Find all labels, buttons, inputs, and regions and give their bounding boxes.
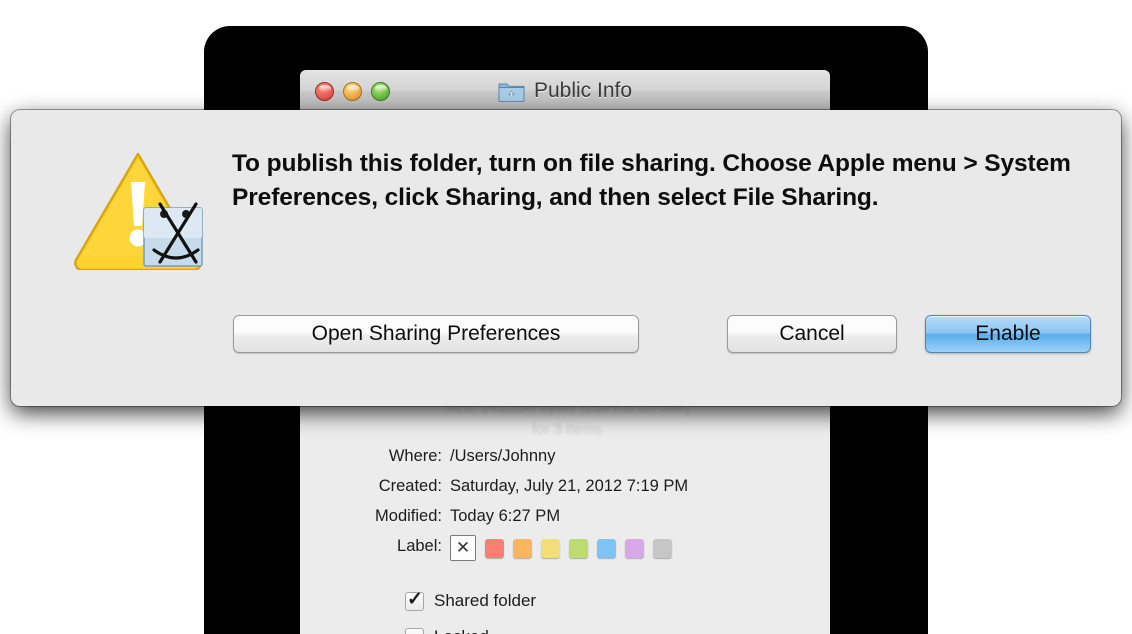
info-row-where: Where: /Users/Johnny: [300, 441, 830, 471]
window-title: Public Info: [533, 79, 633, 102]
folder-option-checkboxes: Shared folder Locked: [300, 583, 830, 634]
where-label: Where:: [388, 447, 442, 465]
shared-folder-checkbox[interactable]: [405, 588, 424, 611]
shared-folder-label: Shared folder: [434, 591, 537, 610]
modified-value: Today 6:27 PM: [450, 507, 561, 525]
label-color-swatch-3[interactable]: [569, 538, 588, 558]
where-value: /Users/Johnny: [450, 447, 556, 465]
label-none-swatch[interactable]: ✕: [450, 535, 476, 561]
file-sharing-alert: To publish this folder, turn on file sha…: [11, 110, 1121, 406]
modified-label: Modified:: [375, 507, 442, 525]
locked-row[interactable]: Locked: [405, 619, 830, 634]
cancel-button[interactable]: Cancel: [727, 315, 897, 353]
minimize-button[interactable]: [343, 81, 362, 101]
size-line-items: for 3 items: [531, 421, 603, 438]
zoom-button[interactable]: [371, 81, 390, 101]
label-color-swatch-1[interactable]: [513, 538, 532, 558]
screen: Public Info Public Modified: Today 6:27 …: [0, 0, 1132, 634]
window-titlebar[interactable]: Public Info: [300, 70, 830, 113]
label-label: Label:: [397, 537, 442, 555]
label-color-swatches: ✕: [450, 531, 830, 561]
traffic-light-group: [315, 81, 390, 101]
label-color-swatch-0[interactable]: [485, 538, 504, 558]
label-color-swatch-2[interactable]: [541, 538, 560, 558]
close-button[interactable]: [315, 81, 334, 101]
info-detail-rows: Where: /Users/Johnny Created: Saturday, …: [300, 441, 830, 561]
info-row-created: Created: Saturday, July 21, 2012 7:19 PM: [300, 471, 830, 501]
info-row-label: Label: ✕: [300, 531, 830, 561]
alert-button-row: Open Sharing Preferences Cancel Enable: [11, 315, 1121, 353]
open-sharing-preferences-button[interactable]: Open Sharing Preferences: [233, 315, 639, 353]
info-row-modified: Modified: Today 6:27 PM: [300, 501, 830, 531]
locked-label: Locked: [434, 627, 489, 634]
label-color-swatch-4[interactable]: [597, 538, 616, 558]
created-value: Saturday, July 21, 2012 7:19 PM: [450, 477, 689, 495]
label-color-swatch-5[interactable]: [625, 538, 644, 558]
public-folder-icon: [498, 80, 525, 103]
alert-message: To publish this folder, turn on file sha…: [232, 150, 1071, 211]
label-color-swatch-6[interactable]: [653, 538, 672, 558]
locked-checkbox[interactable]: [405, 627, 424, 634]
created-label: Created:: [378, 477, 442, 495]
enable-button[interactable]: Enable: [925, 315, 1091, 353]
warning-triangle-finder-icon: [72, 146, 204, 272]
shared-folder-row[interactable]: Shared folder: [405, 583, 830, 619]
